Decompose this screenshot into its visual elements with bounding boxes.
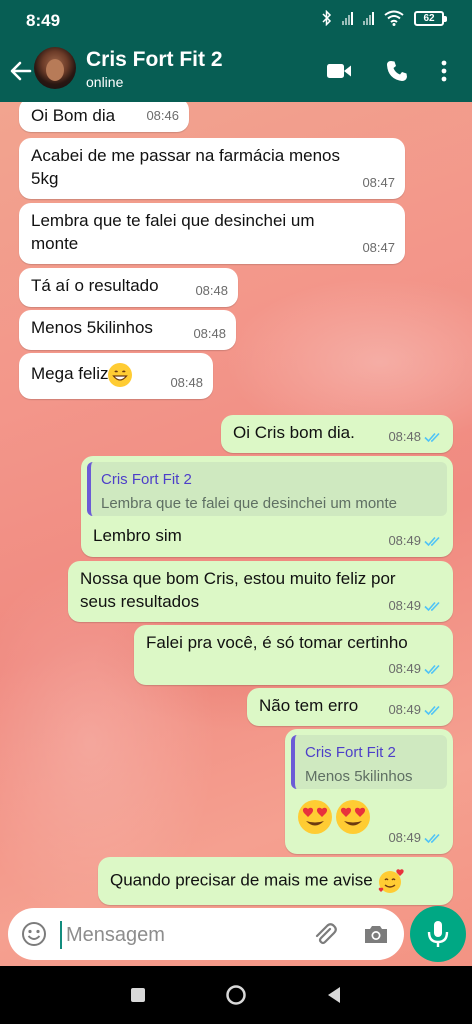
- message-time: 08:48: [170, 375, 203, 390]
- contact-name[interactable]: Cris Fort Fit 2: [86, 48, 223, 72]
- status-time: 8:49: [26, 11, 61, 30]
- heart-eyes-emoji: [298, 800, 332, 834]
- message-time: 08:49: [388, 830, 421, 845]
- smiling-face-with-hearts-emoji: [379, 869, 405, 893]
- avatar[interactable]: [34, 47, 76, 89]
- message-incoming[interactable]: Oi Bom dia 08:46: [19, 102, 189, 132]
- more-menu-button[interactable]: [434, 56, 454, 86]
- message-composer: [8, 908, 404, 960]
- quoted-sender: Cris Fort Fit 2: [101, 471, 192, 488]
- more-menu-icon: [441, 60, 447, 82]
- chat-header: Cris Fort Fit 2 online: [0, 40, 472, 102]
- message-meta: 08:49: [388, 657, 443, 680]
- message-outgoing[interactable]: Falei pra você, é só tomar certinho 08:4…: [134, 625, 453, 685]
- back-arrow-icon[interactable]: [8, 56, 34, 86]
- message-text: Falei pra você, é só tomar certinho: [146, 633, 408, 652]
- message-incoming[interactable]: Tá aí o resultado 08:48: [19, 268, 238, 307]
- read-receipt-icon: [424, 536, 440, 546]
- signal-icon-2: [363, 11, 374, 25]
- message-text: Tá aí o resultado: [31, 276, 159, 295]
- message-meta: 08:48: [388, 425, 443, 448]
- message-text: Acabei de me passar na farmácia menos 5k…: [31, 144, 340, 190]
- message-meta: 08:49: [388, 698, 443, 721]
- message-time: 08:46: [146, 108, 179, 123]
- message-line: 5kg: [31, 169, 59, 188]
- message-text: Lembro sim: [93, 526, 182, 545]
- phone-icon: [387, 61, 407, 81]
- message-time: 08:48: [195, 283, 228, 298]
- message-line: monte: [31, 234, 79, 253]
- message-line: seus resultados: [80, 592, 200, 611]
- nav-home-icon[interactable]: [225, 984, 247, 1006]
- message-text: Quando precisar de mais me avise: [110, 868, 405, 894]
- message-outgoing[interactable]: Nossa que bom Cris, estou muito feliz po…: [68, 561, 453, 622]
- message-line: Nossa que bom Cris, estou muito feliz po…: [80, 569, 396, 588]
- emoji-icon[interactable]: [20, 920, 48, 948]
- status-bar: 8:49 62: [0, 0, 472, 40]
- message-text: Mega feliz: [31, 362, 133, 387]
- message-incoming[interactable]: Acabei de me passar na farmácia menos 5k…: [19, 138, 405, 199]
- message-incoming[interactable]: Lembra que te falei que desinchei um mon…: [19, 203, 405, 264]
- message-line: Mega feliz: [31, 364, 109, 383]
- contact-status: online: [86, 74, 124, 90]
- message-line: Quando precisar de mais me avise: [110, 870, 373, 890]
- bluetooth-icon: [322, 10, 332, 26]
- message-text: Não tem erro: [259, 696, 359, 715]
- message-meta: 08:49: [388, 594, 443, 617]
- mic-icon: [427, 921, 449, 947]
- heart-eyes-emoji-pair: [297, 799, 371, 835]
- message-meta: 08:49: [388, 529, 443, 552]
- message-outgoing[interactable]: Quando precisar de mais me avise: [98, 857, 453, 905]
- message-line: Acabei de me passar na farmácia menos: [31, 146, 340, 165]
- read-receipt-icon: [424, 601, 440, 611]
- message-meta: 08:49: [388, 826, 443, 849]
- message-text: Nossa que bom Cris, estou muito feliz po…: [80, 567, 396, 613]
- message-text: Oi Bom dia: [31, 106, 116, 125]
- message-time: 08:48: [193, 326, 226, 341]
- heart-eyes-emoji: [336, 800, 370, 834]
- message-text: Oi Cris bom dia.: [233, 423, 355, 442]
- status-icons: 62: [322, 10, 447, 26]
- system-nav-bar: [0, 966, 472, 1024]
- message-outgoing-reply[interactable]: Cris Fort Fit 2 Lembra que te falei que …: [81, 456, 453, 557]
- nav-back-icon[interactable]: [326, 986, 342, 1004]
- message-time: 08:49: [388, 533, 421, 548]
- nav-recents-icon[interactable]: [131, 988, 145, 1002]
- quoted-text: Lembra que te falei que desinchei um mon…: [101, 495, 398, 512]
- quoted-text: Menos 5kilinhos: [305, 768, 413, 785]
- message-time: 08:49: [388, 661, 421, 676]
- message-incoming[interactable]: Mega feliz 08:48: [19, 353, 213, 399]
- wifi-icon: [384, 10, 404, 26]
- signal-icon: [342, 11, 353, 25]
- quoted-message[interactable]: Cris Fort Fit 2 Menos 5kilinhos: [291, 735, 447, 789]
- message-time: 08:47: [362, 175, 395, 190]
- attach-icon[interactable]: [310, 920, 338, 948]
- read-receipt-icon: [424, 432, 440, 442]
- message-text: Lembra que te falei que desinchei um mon…: [31, 209, 315, 255]
- voice-message-button[interactable]: [410, 906, 466, 962]
- read-receipt-icon: [424, 664, 440, 674]
- message-time: 08:49: [388, 702, 421, 717]
- message-time: 08:49: [388, 598, 421, 613]
- message-outgoing-reply[interactable]: Cris Fort Fit 2 Menos 5kilinhos 08:49: [285, 729, 453, 854]
- message-text: Menos 5kilinhos: [31, 318, 153, 337]
- video-call-icon: [327, 64, 351, 78]
- message-time: 08:47: [362, 240, 395, 255]
- message-incoming[interactable]: Menos 5kilinhos 08:48: [19, 310, 236, 350]
- grinning-face-emoji: [108, 362, 133, 387]
- read-receipt-icon: [424, 705, 440, 715]
- message-line: Lembra que te falei que desinchei um: [31, 211, 315, 230]
- camera-icon[interactable]: [362, 920, 390, 948]
- video-call-button[interactable]: [324, 56, 354, 86]
- message-outgoing[interactable]: Oi Cris bom dia. 08:48: [221, 415, 453, 453]
- battery-icon: 62: [414, 10, 447, 26]
- read-receipt-icon: [424, 833, 440, 843]
- quoted-message[interactable]: Cris Fort Fit 2 Lembra que te falei que …: [87, 462, 447, 516]
- message-outgoing[interactable]: Não tem erro 08:49: [247, 688, 453, 726]
- chat-area[interactable]: Oi Bom dia 08:46 Acabei de me passar na …: [0, 102, 472, 966]
- quoted-sender: Cris Fort Fit 2: [305, 744, 396, 761]
- message-time: 08:48: [388, 429, 421, 444]
- voice-call-button[interactable]: [382, 56, 412, 86]
- message-input[interactable]: [60, 921, 300, 949]
